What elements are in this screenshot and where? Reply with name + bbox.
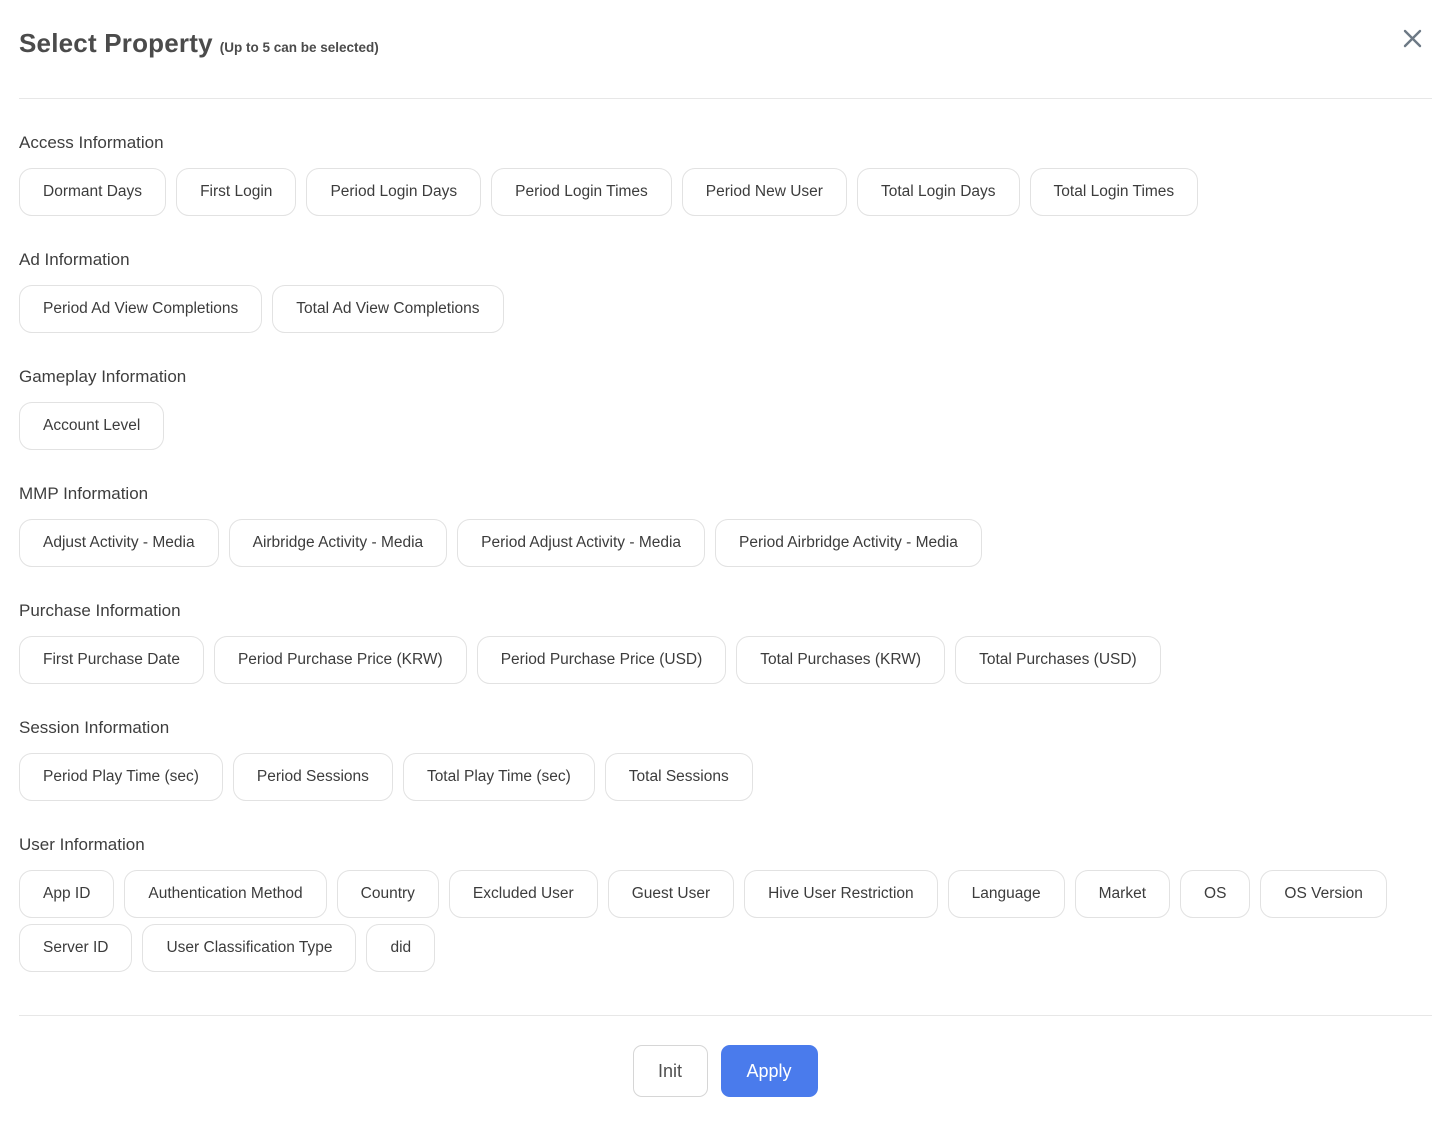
property-chip[interactable]: Period Adjust Activity - Media [457, 519, 705, 567]
selection-limit-note: (Up to 5 can be selected) [220, 40, 379, 55]
chip-list: App IDAuthentication MethodCountryExclud… [19, 870, 1432, 972]
property-chip[interactable]: User Classification Type [142, 924, 356, 972]
property-section: User Information App IDAuthentication Me… [19, 835, 1432, 972]
apply-button[interactable]: Apply [721, 1045, 818, 1097]
property-section: Session Information Period Play Time (se… [19, 718, 1432, 801]
section-title: Session Information [19, 718, 1432, 738]
property-chip[interactable]: Dormant Days [19, 168, 166, 216]
section-title: User Information [19, 835, 1432, 855]
modal: Select Property (Up to 5 can be selected)… [0, 0, 1450, 1111]
property-section: Gameplay Information Account Level [19, 367, 1432, 450]
property-chip[interactable]: Market [1075, 870, 1170, 918]
property-chip[interactable]: Authentication Method [124, 870, 326, 918]
property-chip[interactable]: Total Ad View Completions [272, 285, 503, 333]
init-button[interactable]: Init [633, 1045, 708, 1097]
property-chip[interactable]: Period New User [682, 168, 847, 216]
property-chip[interactable]: Total Sessions [605, 753, 753, 801]
property-chip[interactable]: Period Login Days [306, 168, 481, 216]
property-chip[interactable]: Period Sessions [233, 753, 393, 801]
chip-list: Dormant DaysFirst LoginPeriod Login Days… [19, 168, 1432, 216]
section-title: Gameplay Information [19, 367, 1432, 387]
property-chip[interactable]: Server ID [19, 924, 132, 972]
property-chip[interactable]: First Purchase Date [19, 636, 204, 684]
property-chip[interactable]: Account Level [19, 402, 164, 450]
property-section: Ad Information Period Ad View Completion… [19, 250, 1432, 333]
property-chip[interactable]: Period Purchase Price (USD) [477, 636, 727, 684]
property-section: Access Information Dormant DaysFirst Log… [19, 133, 1432, 216]
property-chip[interactable]: First Login [176, 168, 296, 216]
property-chip[interactable]: Language [948, 870, 1065, 918]
chip-list: Adjust Activity - MediaAirbridge Activit… [19, 519, 1432, 567]
section-title: Ad Information [19, 250, 1432, 270]
close-button[interactable] [1398, 24, 1426, 52]
section-title: Access Information [19, 133, 1432, 153]
property-section: Purchase Information First Purchase Date… [19, 601, 1432, 684]
property-chip[interactable]: Guest User [608, 870, 734, 918]
chip-list: Account Level [19, 402, 1432, 450]
modal-footer: Init Apply [0, 1016, 1450, 1127]
property-chip[interactable]: Period Play Time (sec) [19, 753, 223, 801]
property-chip[interactable]: Hive User Restriction [744, 870, 938, 918]
chip-list: Period Play Time (sec)Period SessionsTot… [19, 753, 1432, 801]
property-chip[interactable]: OS [1180, 870, 1250, 918]
property-chip[interactable]: OS Version [1260, 870, 1386, 918]
section-title: Purchase Information [19, 601, 1432, 621]
property-chip[interactable]: Total Purchases (KRW) [736, 636, 945, 684]
property-chip[interactable]: Total Login Days [857, 168, 1020, 216]
property-chip[interactable]: Period Ad View Completions [19, 285, 262, 333]
property-section: MMP Information Adjust Activity - MediaA… [19, 484, 1432, 567]
chip-list: First Purchase DatePeriod Purchase Price… [19, 636, 1432, 684]
header-divider [19, 98, 1432, 99]
select-property-modal: { "modal": { "title": "Select Property",… [0, 0, 1450, 1111]
property-chip[interactable]: Total Play Time (sec) [403, 753, 595, 801]
property-chip[interactable]: Excluded User [449, 870, 598, 918]
property-chip[interactable]: Total Login Times [1030, 168, 1199, 216]
page-title: Select Property [19, 28, 213, 58]
chip-list: Period Ad View CompletionsTotal Ad View … [19, 285, 1432, 333]
property-chip[interactable]: Period Purchase Price (KRW) [214, 636, 467, 684]
section-title: MMP Information [19, 484, 1432, 504]
property-chip[interactable]: App ID [19, 870, 114, 918]
property-chip[interactable]: Country [337, 870, 439, 918]
property-chip[interactable]: Total Purchases (USD) [955, 636, 1161, 684]
close-icon [1403, 29, 1422, 48]
property-chip[interactable]: Airbridge Activity - Media [229, 519, 448, 567]
property-chip[interactable]: Period Login Times [491, 168, 672, 216]
property-chip[interactable]: did [366, 924, 435, 972]
property-chip[interactable]: Period Airbridge Activity - Media [715, 519, 982, 567]
property-chip[interactable]: Adjust Activity - Media [19, 519, 219, 567]
modal-header: Select Property (Up to 5 can be selected) [0, 0, 1450, 65]
sections: Access Information Dormant DaysFirst Log… [0, 133, 1450, 972]
